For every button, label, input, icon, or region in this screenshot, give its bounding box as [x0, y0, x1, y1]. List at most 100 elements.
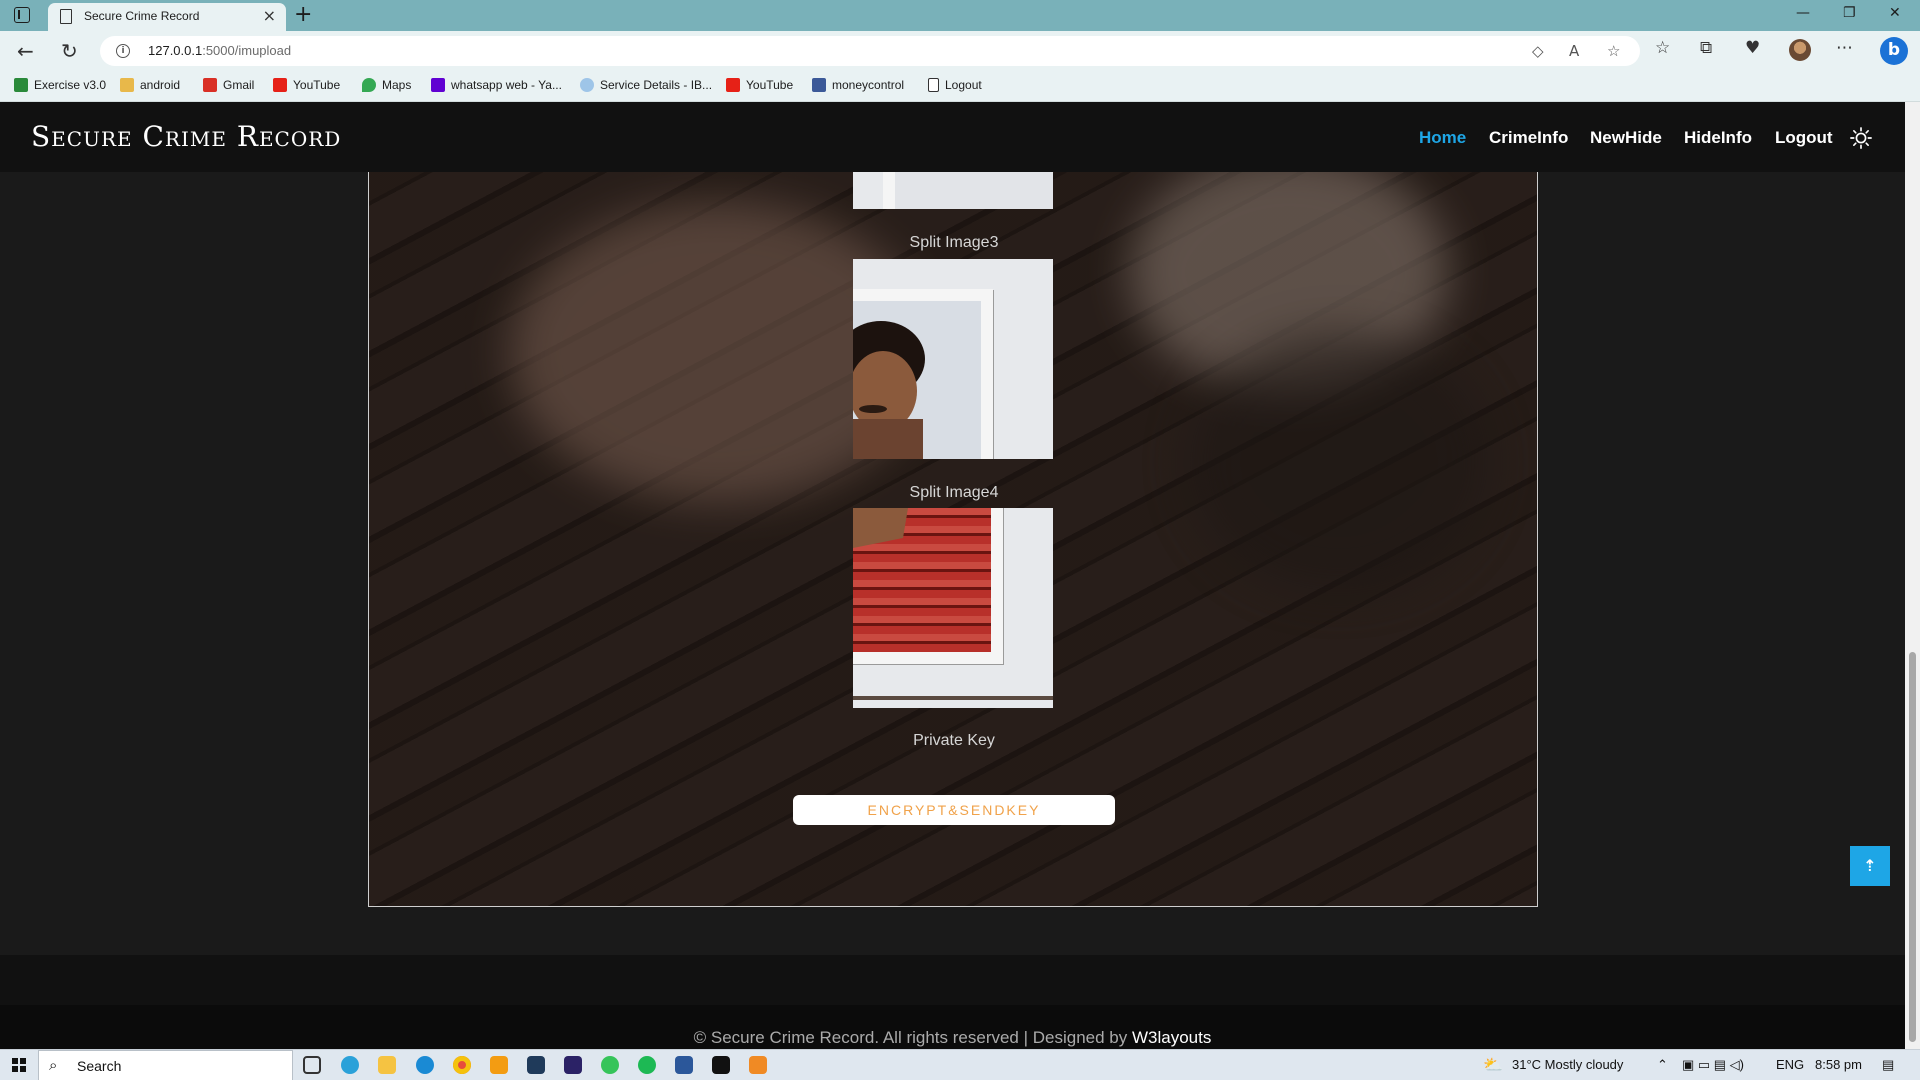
whatsapp-icon[interactable] — [601, 1056, 619, 1074]
neck-shape — [853, 508, 908, 548]
premiere-icon[interactable] — [564, 1056, 582, 1074]
url-text[interactable]: 127.0.0.1:5000/imupload — [148, 43, 291, 58]
bookmark-youtube[interactable]: YouTube — [273, 78, 340, 92]
photo-edge — [853, 696, 1053, 700]
close-tab-icon[interactable]: × — [263, 6, 276, 25]
bookmark-whatsapp[interactable]: whatsapp web - Ya... — [431, 78, 562, 92]
word-icon[interactable] — [675, 1056, 693, 1074]
spotify-icon[interactable] — [638, 1056, 656, 1074]
back-icon[interactable]: ← — [17, 39, 34, 63]
search-icon: ⌕ — [49, 1056, 58, 1074]
telegram-icon[interactable] — [341, 1056, 359, 1074]
taskbar-search[interactable]: ⌕ Search — [38, 1050, 293, 1080]
scrollbar-thumb[interactable] — [1909, 652, 1916, 1042]
weather-text[interactable]: 31°C Mostly cloudy — [1512, 1057, 1623, 1072]
bookmark-label: Service Details - IB... — [600, 78, 713, 92]
scroll-to-top-button[interactable]: ⇡ — [1850, 846, 1890, 886]
new-tab-button[interactable]: + — [294, 2, 312, 27]
page-icon — [60, 9, 72, 24]
nav-logout[interactable]: Logout — [1775, 128, 1833, 148]
bookmark-label: moneycontrol — [832, 78, 905, 92]
search-placeholder: Search — [77, 1058, 122, 1074]
weather-icon[interactable]: ⛅ — [1483, 1055, 1503, 1075]
bookmark-logout[interactable]: Logout — [928, 78, 982, 92]
footer-copyright: © Secure Crime Record. All rights reserv… — [0, 1028, 1905, 1048]
browser-tab-bar: Secure Crime Record × + — ❐ ✕ — [0, 0, 1920, 31]
youtube-icon — [273, 78, 287, 92]
show-hidden-icons-icon[interactable]: ⌃ — [1657, 1057, 1668, 1073]
bookmark-label: YouTube — [746, 78, 794, 92]
bookmark-youtube-2[interactable]: YouTube — [726, 78, 793, 92]
caption-split-image3: Split Image3 — [909, 234, 999, 251]
profile-avatar[interactable] — [1789, 39, 1811, 61]
windows-start-icon[interactable] — [12, 1058, 26, 1072]
bookmarks-bar: Exercise v3.0 android Gmail YouTube Maps… — [0, 71, 1920, 102]
bookmark-label: Maps — [382, 78, 412, 92]
bookmark-moneycontrol[interactable]: moneycontrol — [812, 78, 904, 92]
web-page: Secure Crime Record Home CrimeInfo NewHi… — [0, 102, 1905, 1049]
youtube-icon — [726, 78, 740, 92]
tab-actions-icon[interactable] — [14, 7, 30, 23]
browser-tab[interactable]: Secure Crime Record × — [48, 3, 286, 31]
split-image-3 — [853, 259, 1053, 459]
onedrive-icon[interactable] — [749, 1056, 767, 1074]
nav-newhide[interactable]: NewHide — [1590, 128, 1662, 148]
file-explorer-icon[interactable] — [378, 1056, 396, 1074]
read-aloud-icon[interactable]: A — [1569, 42, 1579, 60]
tag-icon[interactable]: ◇ — [1532, 42, 1544, 60]
designer-link[interactable]: W3layouts — [1132, 1028, 1211, 1047]
site-info-icon[interactable]: i — [116, 44, 130, 58]
gmail-icon — [203, 78, 217, 92]
edge-icon[interactable] — [416, 1056, 434, 1074]
bookmark-maps[interactable]: Maps — [362, 78, 411, 92]
site-brand[interactable]: Secure Crime Record — [31, 120, 341, 153]
bookmark-service-details[interactable]: Service Details - IB... — [580, 78, 712, 92]
bing-copilot-icon[interactable]: b — [1880, 37, 1908, 65]
clock[interactable]: 8:58 pm — [1815, 1057, 1862, 1072]
page-scrollbar[interactable] — [1905, 102, 1920, 1049]
cloud-icon — [580, 78, 594, 92]
add-favorite-icon[interactable]: ☆ — [1607, 42, 1620, 60]
collections-icon[interactable]: ⧉ — [1700, 38, 1712, 58]
more-options-icon[interactable]: ⋯ — [1836, 38, 1853, 58]
bookmark-label: Logout — [945, 78, 982, 92]
vlc-icon[interactable] — [490, 1056, 508, 1074]
browser-toolbar: ← ↻ i 127.0.0.1:5000/imupload ◇ A ☆ ☆ ⧉ … — [0, 31, 1920, 71]
refresh-icon[interactable]: ↻ — [61, 39, 78, 63]
chrome-icon[interactable] — [453, 1056, 471, 1074]
photo-frame — [883, 172, 1053, 209]
close-window-icon[interactable]: ✕ — [1889, 5, 1901, 21]
notifications-icon[interactable]: ▤ — [1882, 1057, 1894, 1073]
nav-crimeinfo[interactable]: CrimeInfo — [1489, 128, 1568, 148]
bookmark-android[interactable]: android — [120, 78, 180, 92]
yahoo-icon — [431, 78, 445, 92]
address-bar[interactable]: i 127.0.0.1:5000/imupload ◇ A ☆ — [100, 36, 1640, 66]
k-app-icon[interactable] — [527, 1056, 545, 1074]
upload-panel: Split Image3 Split Image4 Private Key EN… — [368, 172, 1538, 907]
tray-icons[interactable]: ▣ ▭ ▤ ◁) — [1682, 1057, 1744, 1073]
bookmark-label: Exercise v3.0 — [34, 78, 107, 92]
encrypt-send-key-button[interactable]: ENCRYPT&SENDKEY — [793, 795, 1115, 825]
maps-pin-icon — [362, 78, 376, 92]
copyright-text: © Secure Crime Record. All rights reserv… — [693, 1028, 1132, 1047]
pycharm-icon[interactable] — [712, 1056, 730, 1074]
task-view-icon[interactable] — [303, 1056, 321, 1074]
language-indicator[interactable]: ENG — [1776, 1057, 1804, 1072]
tab-title: Secure Crime Record — [84, 9, 200, 23]
page-icon — [928, 78, 939, 92]
bookmark-exercise[interactable]: Exercise v3.0 — [14, 78, 106, 92]
minimize-icon[interactable]: — — [1796, 5, 1810, 21]
caption-split-image4: Split Image4 — [909, 484, 999, 501]
sun-theme-toggle-icon[interactable] — [1850, 127, 1872, 149]
nav-hideinfo[interactable]: HideInfo — [1684, 128, 1752, 148]
performance-icon[interactable]: ♥ — [1745, 38, 1760, 58]
bookmark-gmail[interactable]: Gmail — [203, 78, 254, 92]
split-image-2 — [853, 172, 1053, 209]
nav-home[interactable]: Home — [1419, 128, 1466, 148]
restore-icon[interactable]: ❐ — [1843, 5, 1856, 21]
background-photo-shadow — [1189, 332, 1489, 592]
url-host: 127.0.0.1 — [148, 43, 203, 58]
bookmark-label: android — [140, 78, 181, 92]
w-logo-icon — [14, 78, 28, 92]
favorites-icon[interactable]: ☆ — [1655, 38, 1670, 58]
